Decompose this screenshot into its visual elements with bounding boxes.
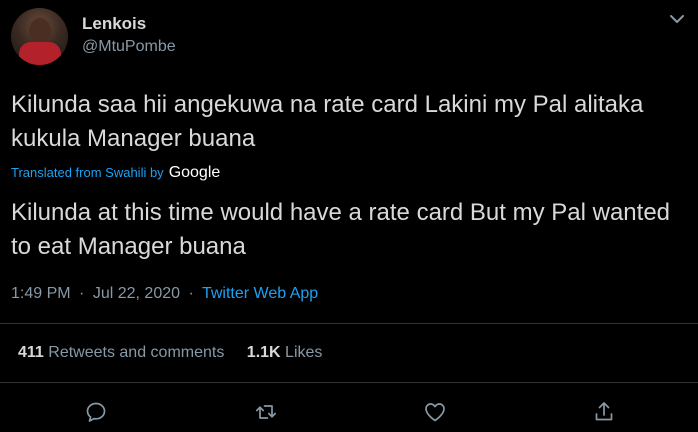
google-logo: Google [168,164,221,181]
reply-icon [86,402,106,422]
retweets-count: 411 [18,344,44,361]
share-button[interactable] [590,398,618,426]
tweet-stats: 411 Retweets and comments 1.1K Likes [18,344,340,362]
avatar[interactable] [11,8,68,65]
reply-button[interactable] [82,398,110,426]
tweet-original-text: Kilunda saa hii angekuwa na rate card La… [11,91,651,152]
tweet-date[interactable]: Jul 22, 2020 [93,285,180,302]
avatar-head [29,18,51,44]
tweet-translated-text: Kilunda at this time would have a rate c… [11,199,677,260]
retweets-label: Retweets and comments [48,344,225,361]
translated-from-label[interactable]: Translated from Swahili by [11,165,164,180]
avatar-shirt [19,42,61,65]
tweet-time[interactable]: 1:49 PM [11,285,71,302]
action-bar [0,398,698,428]
heart-icon [425,403,445,422]
tweet-metadata: 1:49 PM · Jul 22, 2020 · Twitter Web App [11,285,318,303]
retweet-icon [255,405,277,419]
user-handle[interactable]: @MtuPombe [82,38,176,56]
retweet-button[interactable] [252,398,280,426]
divider [0,323,698,324]
meta-separator-2: · [188,285,194,302]
display-name[interactable]: Lenkois [82,14,146,34]
tweet-source[interactable]: Twitter Web App [202,285,318,302]
divider [0,382,698,383]
share-icon [595,402,613,421]
meta-separator: · [79,285,85,302]
translation-attribution: Translated from Swahili by Google [11,164,220,182]
chevron-down-icon[interactable] [668,12,686,26]
likes-count: 1.1K [246,344,281,361]
likes-label: Likes [285,344,323,361]
likes-stat[interactable]: 1.1K Likes [247,344,323,361]
tweet-card: Lenkois @MtuPombe Kilunda saa hii angeku… [0,0,698,432]
retweets-stat[interactable]: 411 Retweets and comments [18,344,229,361]
like-button[interactable] [421,398,449,426]
